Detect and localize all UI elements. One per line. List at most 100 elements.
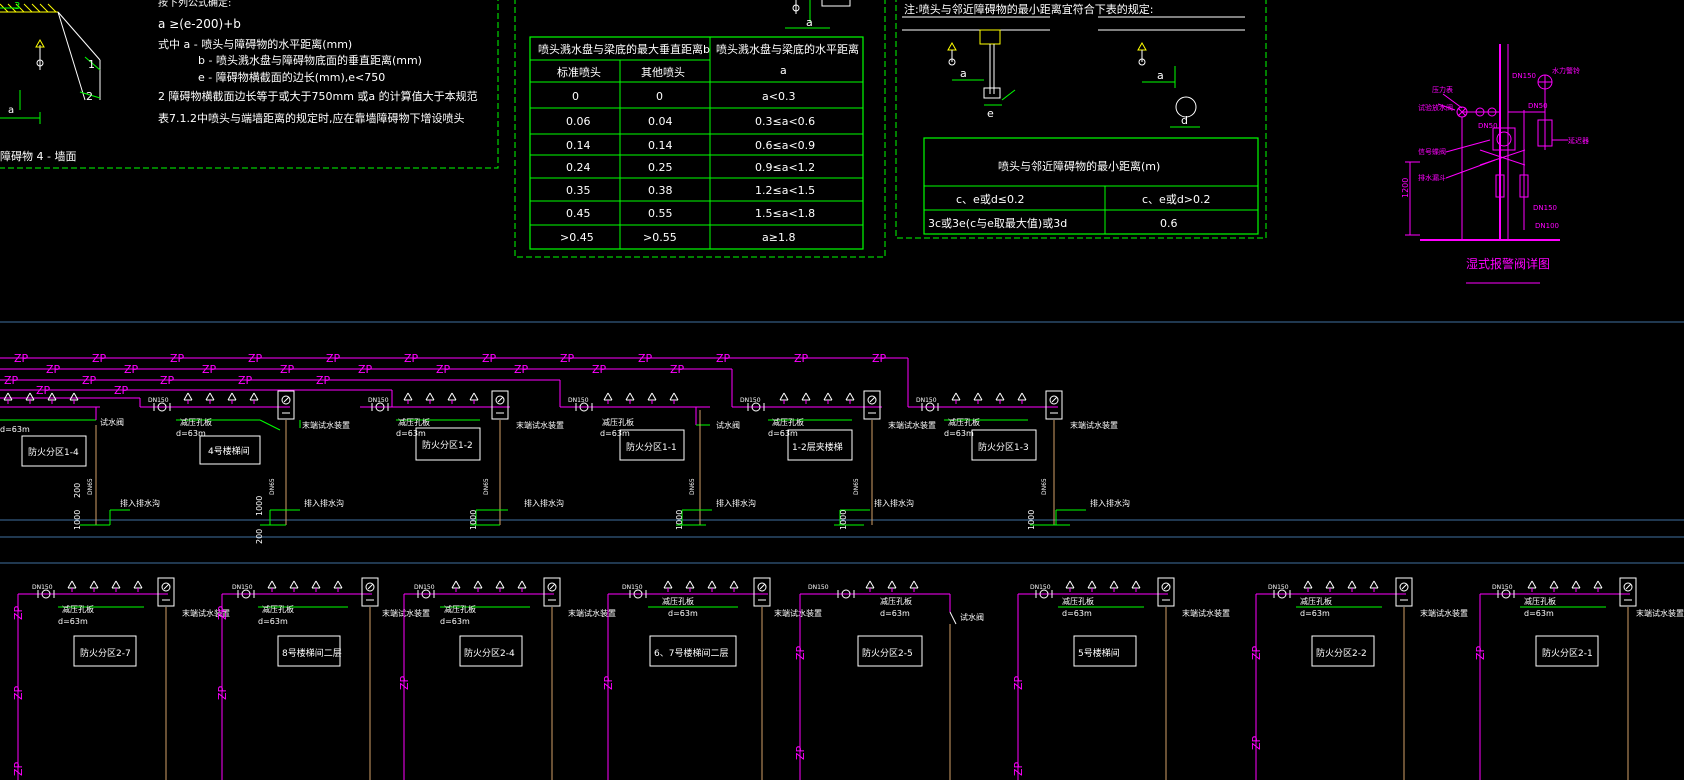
d63-label: d=63m [258, 617, 288, 626]
zp-label: ZP [670, 363, 685, 376]
table1-r7c3: a≥1.8 [762, 231, 795, 244]
table1-r1c1: 0 [572, 90, 579, 103]
row2-system-4: DN150 减压孔板 d=63m 末端试水装置 6、7号楼梯间二层 ZP [602, 577, 822, 780]
row2-system-6: DN150 减压孔板 d=63m 末端试水装置 5号楼梯间 ZP ZP [1012, 577, 1230, 780]
table2-h1: c、e或d≤0.2 [956, 193, 1025, 206]
reduce-valve-label: 减压孔板 [1524, 596, 1556, 606]
dn-label: DN150 [916, 397, 937, 404]
zone-label: 防火分区1-3 [978, 441, 1029, 453]
row1-system-6: DN150 减压孔板 d=63m 末端试水装置 防火分区1-3 [908, 390, 1118, 525]
row1-system-1: 试水阀 d=63m 防火分区1-4 [0, 392, 124, 467]
height-label: 1000 [469, 510, 478, 530]
drain-label: 排入排水沟 [716, 498, 756, 508]
zp-label: ZP [14, 352, 29, 365]
zp-label: ZP [12, 605, 25, 620]
dn-label: DN150 [1268, 584, 1289, 591]
label-2: 2 [86, 90, 93, 103]
table1-r2c3: 0.3≤a<0.6 [755, 115, 815, 128]
reduce-valve-label: 减压孔板 [662, 596, 694, 606]
zp-label: ZP [794, 645, 807, 660]
valve-dn-label-5: DN100 [1535, 222, 1559, 230]
table2-note: 注:喷头与邻近障碍物的最小距离宜符合下表的规定: [904, 2, 1153, 16]
row2-system-7: DN150 减压孔板 d=63m 末端试水装置 防火分区2-2 ZP ZP [1250, 577, 1468, 780]
zone-label: 防火分区2-4 [464, 647, 515, 659]
drain-label: 排入排水沟 [874, 498, 914, 508]
d63-label: d=63m [176, 429, 206, 438]
row2-system-3: DN150 减压孔板 d=63m 末端试水装置 防火分区2-4 ZP [398, 577, 616, 780]
zp-label: ZP [280, 363, 295, 376]
test-device-label: 末端试水装置 [568, 608, 616, 618]
label-1: 1 [88, 58, 95, 71]
cad-drawing-canvas[interactable]: 3 1 2 a 按下列公式确定: a ≥(e-200)+b 式中 a - 喷头与… [0, 0, 1684, 780]
valve-dn-label-4: DN150 [1533, 204, 1557, 212]
dn-label: DN150 [32, 584, 53, 591]
table1-r7c1: >0.45 [560, 231, 594, 244]
d63-label: d=63m [396, 429, 426, 438]
zp-label: ZP [794, 745, 807, 760]
row1-system-4: DN150 试水阀 减压孔板 d=63m 防火分区1-1 [560, 392, 740, 525]
reduce-valve-label: 减压孔板 [398, 417, 430, 427]
valve-dn-label-1: DN150 [1512, 72, 1536, 80]
zone-label: 防火分区1-1 [626, 441, 677, 453]
table1-r6c1: 0.45 [566, 207, 591, 220]
dn-label: DN65 [853, 478, 860, 495]
zone-label: 8号楼梯间二层 [282, 647, 342, 659]
zp-label: ZP [1250, 735, 1263, 750]
test-device-label: 末端试水装置 [1070, 420, 1118, 430]
zp-label: ZP [216, 685, 229, 700]
table2-sketch-e: e [987, 107, 994, 120]
zone-label: 4号楼梯间 [208, 445, 250, 457]
dn-label: DN150 [1492, 584, 1513, 591]
table1-r2c1: 0.06 [566, 115, 591, 128]
dn-label: DN150 [368, 397, 389, 404]
valve-side-label-6: 延迟器 [1568, 136, 1589, 145]
table1-r4c2: 0.25 [648, 161, 673, 174]
valve-side-label-1: 水力警铃 [1552, 66, 1580, 75]
zone-label: 1-2层夹楼梯 [792, 441, 843, 453]
dn-label: DN150 [808, 584, 829, 591]
test-device-label: 末端试水装置 [302, 420, 350, 430]
zone-label: 防火分区1-4 [28, 446, 79, 458]
dn-label: DN65 [689, 478, 696, 495]
zone-label: 防火分区2-7 [80, 647, 131, 659]
table2-title: 喷头与邻近障碍物的最小距离(m) [998, 159, 1160, 173]
reduce-valve-label: 减压孔板 [602, 417, 634, 427]
test-device-label: 末端试水装置 [1636, 608, 1684, 618]
table2-sketch-d: d [1181, 114, 1188, 127]
height-label: 1000 [255, 496, 264, 516]
zp-label: ZP [436, 363, 451, 376]
zp-label: ZP [404, 352, 419, 365]
height-label: 1000 [73, 510, 82, 530]
zone-label: 6、7号楼梯间二层 [654, 647, 728, 659]
zp-label: ZP [316, 374, 331, 387]
zp-label: ZP [1250, 645, 1263, 660]
table1-r3c2: 0.14 [648, 139, 673, 152]
table1-r2c2: 0.04 [648, 115, 673, 128]
d63-label: d=63m [440, 617, 470, 626]
valve-side-label-4: 信号蝶阀 [1418, 147, 1446, 156]
zp-label: ZP [124, 363, 139, 376]
table2-sketch-a1: a [960, 67, 967, 80]
test-device-label: 末端试水装置 [774, 608, 822, 618]
zp-label: ZP [1012, 761, 1025, 776]
reduce-valve-label: 减压孔板 [1062, 596, 1094, 606]
table1-col2-header: 喷头溅水盘与梁底的水平距离 [716, 42, 859, 56]
table-panel-obstacle-distance: 注:喷头与邻近障碍物的最小距离宜符合下表的规定: a e a d 喷头与邻近障碍… [895, 0, 1267, 239]
reduce-valve-label: 减压孔板 [1300, 596, 1332, 606]
table1-r6c3: 1.5≤a<1.8 [755, 207, 815, 220]
table-panel-beam-distance: a 喷头溅水盘与梁底的最大垂直距离b 标准喷头 其他喷头 喷头溅水盘与梁底的水平… [514, 0, 886, 258]
table1-col2-sub: a [780, 64, 787, 77]
zone-label: 防火分区2-2 [1316, 647, 1367, 659]
table2-v2: 0.6 [1160, 217, 1178, 230]
test-device-label: 末端试水装置 [888, 420, 936, 430]
reduce-valve-label: 减压孔板 [880, 596, 912, 606]
drain-label: 排入排水沟 [304, 498, 344, 508]
height-label: 200 [255, 529, 264, 544]
label-3: 3 [14, 1, 20, 12]
reduce-valve-label: 减压孔板 [948, 417, 980, 427]
dn-label: DN150 [740, 397, 761, 404]
zp-label: ZP [36, 384, 51, 397]
row2-system-5: DN150 试水阀 减压孔板 d=63m 防火分区2-5 ZP ZP [794, 580, 984, 780]
test-device-label: 末端试水装置 [382, 608, 430, 618]
dn-label: DN150 [622, 584, 643, 591]
